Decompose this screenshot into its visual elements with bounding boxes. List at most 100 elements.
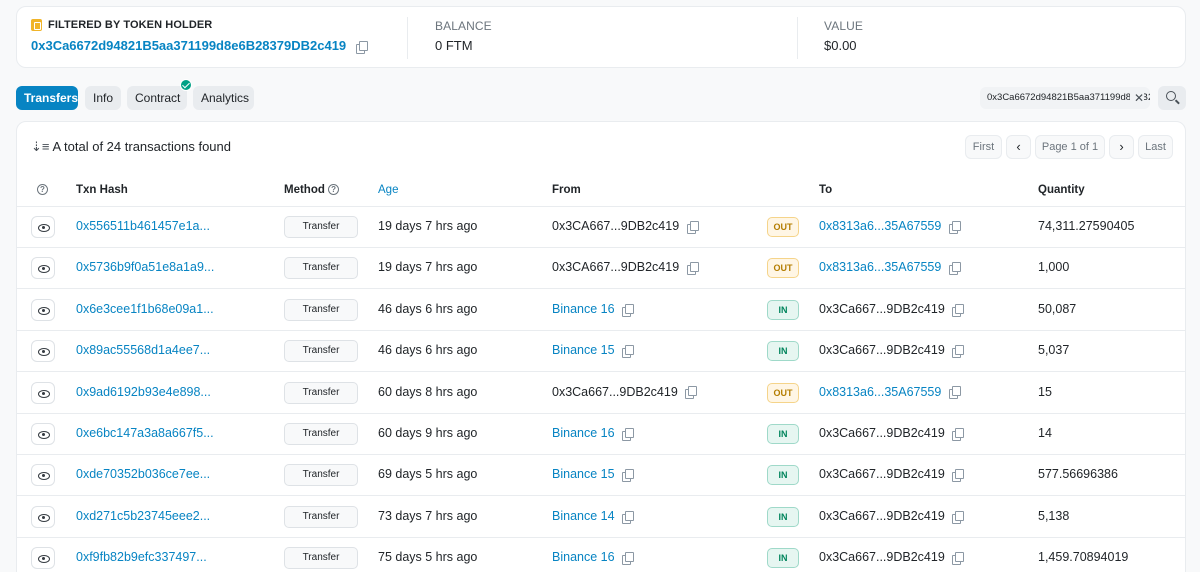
- table-row: 0x9ad6192b93e4e898... Transfer 60 days 8 h…: [17, 373, 1185, 414]
- from-address[interactable]: Binance 16: [552, 426, 635, 441]
- col-age[interactable]: Age: [378, 184, 398, 196]
- last-page-button[interactable]: Last: [1138, 135, 1173, 159]
- tab-analytics[interactable]: Analytics: [193, 86, 254, 110]
- method-badge: Transfer: [284, 381, 358, 404]
- from-address-text[interactable]: Binance 15: [552, 467, 615, 481]
- copy-icon[interactable]: [622, 427, 635, 441]
- copy-icon[interactable]: [948, 220, 961, 234]
- first-page-button[interactable]: First: [965, 135, 1002, 159]
- from-address-text[interactable]: Binance 14: [552, 509, 615, 523]
- copy-icon[interactable]: [622, 510, 635, 524]
- quantity-value: 577.56696386: [1038, 467, 1118, 482]
- direction-badge: OUT: [767, 382, 799, 403]
- direction-badge: IN: [767, 465, 799, 486]
- verified-check-icon: [180, 79, 192, 91]
- from-address-text[interactable]: Binance 15: [552, 343, 615, 357]
- copy-icon[interactable]: [948, 262, 961, 276]
- copy-icon[interactable]: [622, 469, 635, 483]
- from-address[interactable]: Binance 16: [552, 550, 635, 565]
- method-help-icon[interactable]: ?: [328, 184, 340, 196]
- to-address: 0x3Ca667...9DB2c419: [819, 509, 965, 524]
- copy-icon[interactable]: [622, 303, 635, 317]
- view-details-eye-icon[interactable]: [31, 257, 55, 280]
- quantity-value: 15: [1038, 384, 1052, 399]
- token-holder-overview: FILTERED BY TOKEN HOLDER 0x3Ca6672d94821…: [16, 6, 1186, 68]
- col-from: From: [552, 184, 581, 196]
- copy-icon[interactable]: [685, 386, 698, 400]
- tab-contract[interactable]: Contract: [127, 86, 187, 110]
- balance-section: BALANCE 0 FTM: [407, 17, 797, 59]
- txn-hash-link[interactable]: 0xd271c5b23745eee2...: [76, 509, 210, 523]
- table-row: 0xf9fb82b9efc337497... Transfer 75 days 5 …: [17, 538, 1185, 572]
- close-icon[interactable]: ✕: [1129, 87, 1144, 109]
- from-address[interactable]: Binance 15: [552, 467, 635, 483]
- help-icon[interactable]: ?: [37, 184, 48, 196]
- copy-icon[interactable]: [686, 262, 699, 276]
- from-address-text[interactable]: Binance 16: [552, 550, 615, 564]
- from-address-text[interactable]: Binance 16: [552, 426, 615, 440]
- table-row: 0x556511b461457e1a... Transfer 19 days 7 h…: [17, 207, 1185, 248]
- copy-icon[interactable]: [952, 510, 965, 524]
- holder-address[interactable]: 0x3Ca6672d94821B5aa371199d8e6B28379DB2c4…: [31, 38, 346, 53]
- balance-label: BALANCE: [435, 19, 492, 33]
- to-address-text: 0x3Ca667...9DB2c419: [819, 550, 945, 565]
- txn-hash-link[interactable]: 0x556511b461457e1a...: [76, 219, 210, 233]
- txn-hash-link[interactable]: 0xde70352b036ce7ee...: [76, 467, 210, 481]
- tab-transfers[interactable]: Transfers: [16, 86, 78, 110]
- method-badge: Transfer: [284, 547, 358, 570]
- to-address[interactable]: 0x8313a6...35A67559: [819, 260, 961, 276]
- to-address: 0x3Ca667...9DB2c419: [819, 302, 965, 317]
- transfers-table-card: ⇣≡ A total of 24 transactions found First…: [16, 121, 1186, 572]
- copy-icon[interactable]: [948, 386, 961, 400]
- view-details-eye-icon[interactable]: [31, 216, 55, 238]
- view-details-eye-icon[interactable]: [31, 464, 55, 487]
- to-address-text[interactable]: 0x8313a6...35A67559: [819, 260, 941, 274]
- address-filter-chip[interactable]: 0x3Ca6672d94821B5aa371199d8e6B28379DB2c4…: [980, 87, 1150, 109]
- search-icon[interactable]: [1158, 86, 1186, 110]
- view-details-eye-icon[interactable]: [31, 340, 55, 363]
- direction-badge: OUT: [767, 258, 799, 279]
- copy-icon[interactable]: [952, 551, 965, 565]
- to-address-text[interactable]: 0x8313a6...35A67559: [819, 385, 941, 399]
- txn-age: 46 days 6 hrs ago: [378, 343, 478, 358]
- txn-hash-link[interactable]: 0x5736b9f0a51e8a1a9...: [76, 260, 214, 274]
- direction-badge: OUT: [767, 217, 799, 237]
- copy-icon[interactable]: [952, 303, 965, 317]
- tab-info[interactable]: Info: [85, 86, 121, 110]
- copy-icon[interactable]: [952, 469, 965, 483]
- copy-icon[interactable]: [622, 551, 635, 565]
- txn-hash-link[interactable]: 0x9ad6192b93e4e898...: [76, 385, 211, 399]
- from-address[interactable]: Binance 16: [552, 302, 635, 317]
- copy-icon[interactable]: [952, 344, 965, 358]
- from-address-text[interactable]: Binance 16: [552, 302, 615, 316]
- txn-hash-link[interactable]: 0xf9fb82b9efc337497...: [76, 550, 207, 564]
- view-details-eye-icon[interactable]: [31, 547, 55, 570]
- to-address-text[interactable]: 0x8313a6...35A67559: [819, 219, 941, 233]
- prev-page-button[interactable]: ‹: [1006, 135, 1031, 159]
- view-details-eye-icon[interactable]: [31, 381, 55, 404]
- quantity-value: 74,311.27590405: [1038, 219, 1135, 233]
- to-address[interactable]: 0x8313a6...35A67559: [819, 385, 961, 400]
- copy-icon[interactable]: [355, 40, 368, 54]
- quantity-value: 5,037: [1038, 343, 1070, 358]
- value-value: $0.00: [824, 38, 857, 53]
- copy-icon[interactable]: [952, 427, 965, 441]
- col-method: Method ?: [284, 184, 340, 196]
- transactions-summary: ⇣≡ A total of 24 transactions found: [31, 139, 231, 155]
- view-details-eye-icon[interactable]: [31, 423, 55, 445]
- view-details-eye-icon[interactable]: [31, 298, 55, 321]
- from-address[interactable]: Binance 14: [552, 509, 635, 524]
- txn-hash-link[interactable]: 0x89ac55568d1a4ee7...: [76, 343, 210, 357]
- to-address[interactable]: 0x8313a6...35A67559: [819, 219, 961, 234]
- from-address[interactable]: Binance 15: [552, 343, 635, 358]
- holder-address-link[interactable]: 0x3Ca6672d94821B5aa371199d8e6B28379DB2c4…: [31, 38, 368, 54]
- direction-badge: IN: [767, 424, 799, 444]
- next-page-button[interactable]: ›: [1109, 135, 1134, 159]
- txn-hash-link[interactable]: 0xe6bc147a3a8a667f5...: [76, 426, 214, 440]
- copy-icon[interactable]: [686, 220, 699, 234]
- view-details-eye-icon[interactable]: [31, 505, 55, 528]
- to-address: 0x3Ca667...9DB2c419: [819, 426, 965, 441]
- copy-icon[interactable]: [622, 344, 635, 358]
- txn-hash-link[interactable]: 0x6e3cee1f1b68e09a1...: [76, 302, 214, 316]
- page-indicator: Page 1 of 1: [1035, 135, 1105, 159]
